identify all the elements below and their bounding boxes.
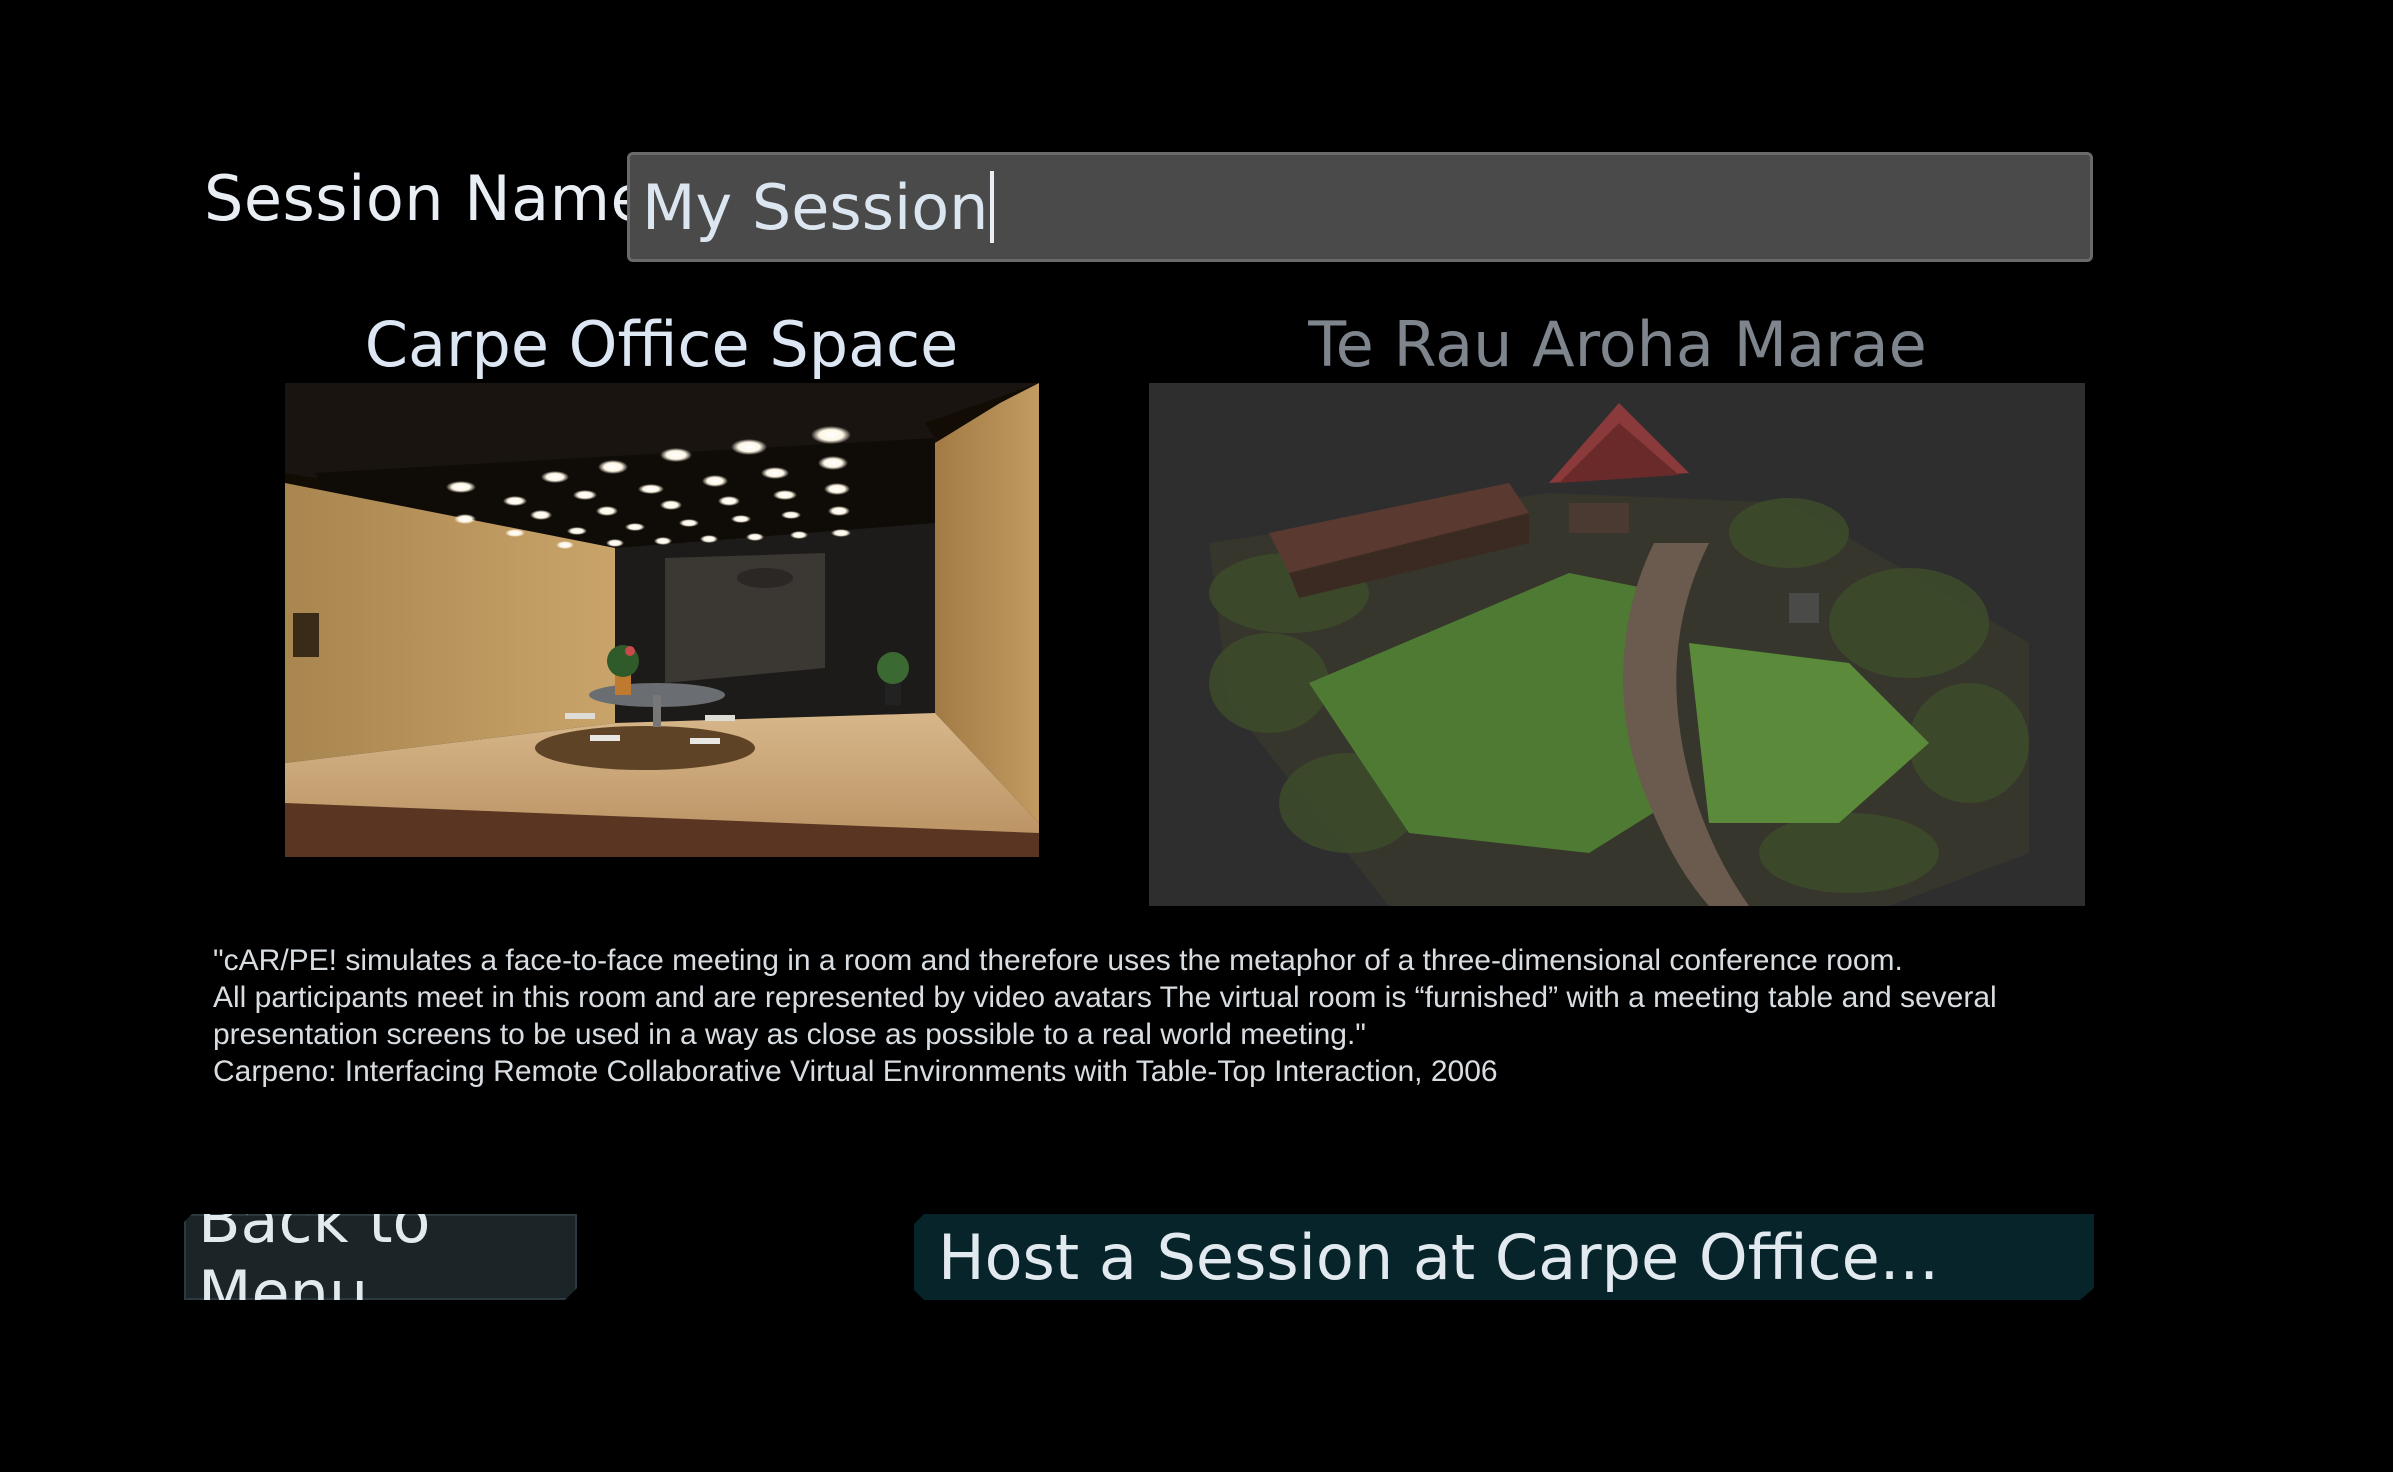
session-name-label: Session Name: xyxy=(204,162,671,235)
environment-description: "cAR/PE! simulates a face-to-face meetin… xyxy=(213,942,2073,1090)
description-citation: Carpeno: Interfacing Remote Collaborativ… xyxy=(213,1055,1498,1088)
session-name-input[interactable]: My Session xyxy=(627,152,2093,262)
carpe-office-preview-image[interactable] xyxy=(285,383,1039,857)
text-caret xyxy=(990,171,995,243)
environment-title-te-rau-aroha-marae[interactable]: Te Rau Aroha Marae xyxy=(1150,308,2085,381)
back-to-menu-label: Back to Menu xyxy=(198,1184,431,1330)
environment-title-carpe-office[interactable]: Carpe Office Space xyxy=(285,308,1038,381)
description-line: presentation screens to be used in a way… xyxy=(213,1018,1366,1051)
marae-preview-image[interactable] xyxy=(1149,383,2085,906)
host-session-label: Host a Session at Carpe Office... xyxy=(938,1220,1939,1294)
description-line: "cAR/PE! simulates a face-to-face meetin… xyxy=(213,944,1903,977)
marae-point-cloud-illustration xyxy=(1149,383,2085,906)
host-session-button[interactable]: Host a Session at Carpe Office... xyxy=(914,1214,2094,1300)
back-to-menu-button[interactable]: Back to Menu xyxy=(184,1214,577,1300)
session-name-value: My Session xyxy=(642,170,989,244)
description-line: All participants meet in this room and a… xyxy=(213,981,1997,1014)
conference-room-illustration xyxy=(285,383,1039,857)
